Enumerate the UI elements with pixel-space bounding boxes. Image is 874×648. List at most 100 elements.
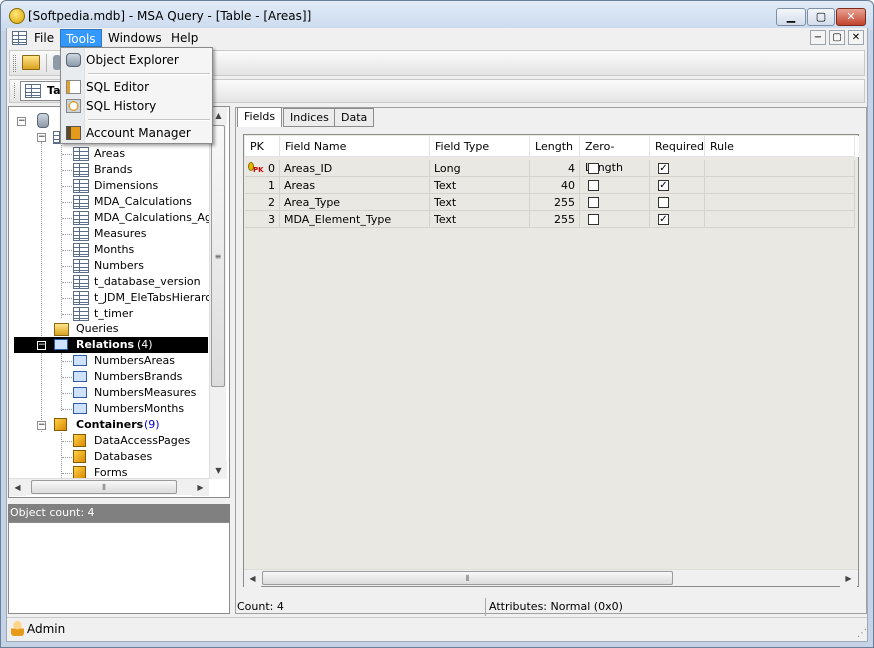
grid-cell-length[interactable]: 255 <box>530 194 580 211</box>
zero-length-checkbox[interactable] <box>588 214 599 225</box>
menu-item-object-explorer[interactable]: Object Explorer <box>63 49 211 71</box>
mdi-child-table-icon[interactable] <box>12 31 27 45</box>
grid-column-header[interactable]: Length <box>530 136 580 157</box>
mdi-restore-button[interactable]: ▢ <box>829 30 845 45</box>
mdi-minimize-button[interactable]: − <box>810 30 826 45</box>
tree-item-table[interactable]: Areas <box>94 146 125 162</box>
grid-cell-field-type[interactable]: Text <box>430 194 530 211</box>
relation-icon <box>73 403 87 414</box>
grid-cell-rule[interactable] <box>705 211 855 228</box>
tree-item-relation[interactable]: NumbersMonths <box>94 401 184 417</box>
tree-collapse-toggle[interactable]: − <box>37 133 46 142</box>
menu-tools[interactable]: Tools <box>60 29 102 47</box>
tree-scroll-thumb[interactable]: ≡ <box>211 125 225 387</box>
grid-cell-field-name[interactable]: Areas <box>280 177 430 194</box>
required-checkbox[interactable] <box>658 197 669 208</box>
mdi-close-button[interactable]: ✕ <box>848 30 864 45</box>
grid-column-header[interactable]: PK <box>245 136 280 157</box>
tree-collapse-toggle[interactable]: − <box>17 117 26 126</box>
grid-cell-pk[interactable]: 3 <box>245 211 280 228</box>
grid-cell-rule[interactable] <box>705 194 855 211</box>
tree-item-table[interactable]: Numbers <box>94 258 144 274</box>
tree-item-table[interactable]: Months <box>94 242 134 258</box>
tree-item-table[interactable]: Dimensions <box>94 178 158 194</box>
grid-column-header[interactable]: Field Name <box>280 136 430 157</box>
grid-column-header[interactable]: Required <box>650 136 705 157</box>
grid-cell-field-type[interactable]: Long <box>430 160 530 177</box>
tree-item-table[interactable]: Measures <box>94 226 146 242</box>
grid-horizontal-scrollbar[interactable]: ◀ ⦀ ▶ <box>244 569 858 587</box>
tree-item-table[interactable]: t_JDM_EleTabsHierarch <box>94 290 218 306</box>
toolbar-grip-icon[interactable] <box>13 55 16 72</box>
tree-hscroll-thumb[interactable]: ⦀ <box>31 480 177 494</box>
grid-cell-field-name[interactable]: Area_Type <box>280 194 430 211</box>
minimize-button[interactable]: ▁ <box>776 8 806 26</box>
grid-cell-pk[interactable]: 1 <box>245 177 280 194</box>
tree-item-queries[interactable]: Queries <box>76 321 118 337</box>
grid-cell-pk[interactable]: 2 <box>245 194 280 211</box>
tree-guide-line <box>62 409 72 410</box>
tree-item-containers[interactable]: Containers <box>76 417 143 433</box>
tab-fields[interactable]: Fields <box>237 107 283 127</box>
tree-item-relations[interactable]: Relations <box>76 337 134 353</box>
tree-vertical-scrollbar[interactable]: ▲ ≡ ▼ <box>209 107 227 479</box>
tabbar-grip-icon[interactable] <box>14 83 17 98</box>
maximize-button[interactable]: ▢ <box>807 8 835 26</box>
containers-folder-icon <box>54 418 67 431</box>
grid-scroll-right-icon[interactable]: ▶ <box>840 570 857 587</box>
close-button[interactable]: ✕ <box>836 8 866 26</box>
tree-item-table[interactable]: Brands <box>94 162 133 178</box>
tree-guide-line <box>62 154 72 155</box>
tree-item-relation[interactable]: NumbersBrands <box>94 369 182 385</box>
grid-cell-field-type[interactable]: Text <box>430 211 530 228</box>
open-folder-icon[interactable] <box>22 55 40 70</box>
required-checkbox[interactable]: ✓ <box>658 163 669 174</box>
grid-cell-length[interactable]: 40 <box>530 177 580 194</box>
tree-item-containers-count: (9) <box>144 418 160 431</box>
tab-indices[interactable]: Indices <box>283 108 336 127</box>
grid-column-header[interactable]: Rule <box>705 136 855 157</box>
grid-header-filler <box>855 136 859 157</box>
scroll-right-icon[interactable]: ▶ <box>192 479 209 496</box>
table-icon <box>25 84 41 98</box>
tree-item-relation[interactable]: NumbersAreas <box>94 353 175 369</box>
tree-collapse-toggle[interactable]: − <box>37 341 46 350</box>
grid-cell-field-name[interactable]: Areas_ID <box>280 160 430 177</box>
tree-collapse-toggle[interactable]: − <box>37 421 46 430</box>
resize-grip-icon[interactable]: ⋰ <box>857 628 867 639</box>
grid-cell-pk[interactable]: 0 <box>245 160 280 177</box>
grid-scroll-left-icon[interactable]: ◀ <box>244 570 261 587</box>
grid-cell-length[interactable]: 255 <box>530 211 580 228</box>
tree-item-table[interactable]: t_timer <box>94 306 133 322</box>
grid-cell-rule[interactable] <box>705 160 855 177</box>
scroll-down-icon[interactable]: ▼ <box>210 462 227 479</box>
tree-item-container[interactable]: DataAccessPages <box>94 433 190 449</box>
zero-length-checkbox[interactable] <box>588 180 599 191</box>
grid-cell-field-type[interactable]: Text <box>430 177 530 194</box>
menu-item-account-manager[interactable]: Account Manager <box>63 122 211 144</box>
required-checkbox[interactable]: ✓ <box>658 180 669 191</box>
grid-cell-rule[interactable] <box>705 177 855 194</box>
menu-windows[interactable]: Windows <box>103 29 167 47</box>
scroll-left-icon[interactable]: ◀ <box>9 479 26 496</box>
menu-item-sql-history[interactable]: SQL History <box>63 95 211 117</box>
tree-horizontal-scrollbar[interactable]: ◀ ⦀ ▶ <box>9 478 209 496</box>
required-checkbox[interactable]: ✓ <box>658 214 669 225</box>
app-database-icon[interactable] <box>9 8 25 24</box>
zero-length-checkbox[interactable] <box>588 197 599 208</box>
tree-item-table[interactable]: MDA_Calculations <box>94 194 192 210</box>
grid-hscroll-thumb[interactable]: ⦀ <box>262 571 673 585</box>
tab-data[interactable]: Data <box>334 108 375 127</box>
grid-cell-field-name[interactable]: MDA_Element_Type <box>280 211 430 228</box>
grid-cell-length[interactable]: 4 <box>530 160 580 177</box>
grid-column-header[interactable]: Zero-Length <box>580 136 650 174</box>
tree-item-relation[interactable]: NumbersMeasures <box>94 385 196 401</box>
menu-file[interactable]: File <box>29 29 59 47</box>
tree-item-table[interactable]: MDA_Calculations_Agg <box>94 210 219 226</box>
zero-length-checkbox[interactable] <box>588 163 599 174</box>
tree-item-table[interactable]: t_database_version <box>94 274 201 290</box>
menu-help[interactable]: Help <box>166 29 203 47</box>
grid-column-header[interactable]: Field Type <box>430 136 530 157</box>
tree-item-container[interactable]: Databases <box>94 449 152 465</box>
table-icon <box>73 243 89 257</box>
